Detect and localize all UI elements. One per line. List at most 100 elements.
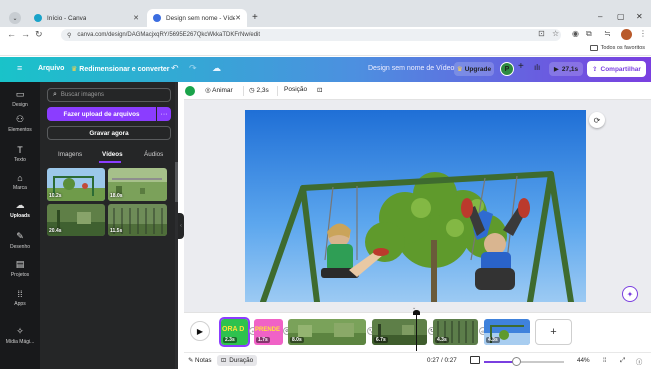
tab-images[interactable]: Imagens — [58, 151, 82, 158]
rail-item-marca[interactable]: ⌂ Marca — [0, 173, 40, 191]
user-avatar[interactable]: P — [500, 62, 514, 76]
address-bar[interactable]: ⚲ canva.com/design/DAGMacjxqRY/5695E267Q… — [61, 29, 561, 41]
notes-button[interactable]: ✎ Notas — [188, 357, 211, 364]
rail-label: Uploads — [10, 213, 30, 219]
extensions-puzzle-icon[interactable]: ⧉ — [586, 29, 592, 39]
rail-item-design[interactable]: ▭ Design — [0, 89, 40, 108]
undo-icon[interactable]: ↶ — [171, 63, 179, 74]
video-duration: 10.2s — [49, 193, 62, 199]
menu-icon[interactable]: ≡ — [17, 63, 22, 73]
clip-duration: 6.7s — [374, 337, 388, 343]
timeline-play-button[interactable]: ▶ — [190, 321, 210, 341]
forward-icon[interactable]: → — [21, 29, 30, 39]
browser-menu-icon[interactable]: ⋮ — [639, 29, 647, 38]
back-icon[interactable]: ← — [7, 29, 16, 39]
new-tab-button[interactable]: + — [252, 12, 258, 23]
position-button[interactable]: Posição — [284, 86, 307, 93]
search-input[interactable]: ⌕ Buscar imagens — [47, 88, 171, 102]
tab-close-icon[interactable]: ✕ — [235, 14, 241, 22]
tab-search-icon[interactable]: ⌄ — [9, 12, 21, 24]
animate-button[interactable]: ◎ Animar — [205, 86, 233, 94]
crown-icon: ♛ — [456, 66, 463, 73]
rail-item-m-dia-m-gi[interactable]: ✧ Mídia Mági... — [0, 326, 40, 345]
search-icon: ⌕ — [53, 91, 57, 98]
tab-audios[interactable]: Áudios — [144, 151, 163, 158]
color-swatch-button[interactable] — [185, 86, 195, 96]
zoom-level[interactable]: 44% — [577, 357, 590, 364]
invite-plus-button[interactable]: + — [518, 61, 524, 72]
rail-label: Apps — [14, 301, 26, 307]
regenerate-icon[interactable]: ⟳ — [589, 112, 605, 128]
design-canvas[interactable] — [245, 110, 586, 302]
lock-icon[interactable]: ⊡ — [317, 86, 322, 94]
clip-duration: 1.7s — [256, 337, 270, 343]
install-app-icon[interactable]: ⊡ — [538, 29, 545, 38]
rail-item-apps[interactable]: ⁞⁞ Apps — [0, 289, 40, 307]
timeline-clip[interactable]: ORA D 2.3s — [219, 317, 250, 347]
timeline-clip[interactable]: 4.3s — [433, 319, 478, 345]
panel-scrollbar-thumb[interactable] — [175, 162, 178, 202]
video-thumbnail[interactable]: 20.4s — [47, 204, 105, 236]
clip-duration: 4.3s — [435, 337, 449, 343]
upload-more-button[interactable]: ··· — [157, 107, 171, 121]
canva-favicon-icon — [153, 14, 161, 22]
rail-item-projetos[interactable]: ▤ Projetos — [0, 259, 40, 278]
tab-videos[interactable]: Vídeos — [102, 151, 123, 158]
insights-chart-icon[interactable]: ılı — [534, 63, 540, 72]
uploads-panel: ⌕ Buscar imagens Fazer upload de arquivo… — [40, 82, 178, 369]
video-duration: 18.0s — [110, 193, 123, 199]
timeline-clip[interactable]: PRENDE 1.7s — [254, 319, 283, 345]
bookmark-star-icon[interactable]: ☆ — [552, 29, 559, 38]
maximize-button[interactable]: ▢ — [617, 12, 625, 21]
rail-item-uploads[interactable]: ☁ Uploads — [0, 200, 40, 219]
upload-files-button[interactable]: Fazer upload de arquivos — [47, 107, 156, 121]
rail-item-elementos[interactable]: ⚇ Elementos — [0, 114, 40, 133]
timeline-clip[interactable]: 6.7s — [372, 319, 427, 345]
design-title[interactable]: Design sem nome de Vídeo — [368, 65, 454, 72]
record-now-button[interactable]: Gravar agora — [47, 126, 171, 140]
extension-icon[interactable]: ◉ — [572, 29, 579, 38]
zoom-slider-handle[interactable] — [512, 357, 521, 366]
cloud-save-icon[interactable]: ☁ — [212, 63, 221, 74]
duration-label: 2,3s — [256, 87, 269, 94]
duration-button[interactable]: ◷ 2,3s — [249, 86, 269, 94]
close-window-button[interactable]: ✕ — [636, 12, 643, 21]
help-icon[interactable]: ⓘ — [636, 357, 642, 366]
all-bookmarks-label: Todos os favoritos — [600, 45, 645, 51]
rail-label: Elementos — [8, 127, 32, 133]
site-info-icon[interactable]: ⚲ — [67, 32, 71, 39]
browser-tab-design[interactable]: Design sem nome - Vídeo ✕ — [147, 9, 247, 27]
fullscreen-icon[interactable]: ⤢ — [620, 357, 625, 365]
magic-assistant-icon[interactable]: ✦ — [622, 286, 638, 302]
browser-tab-inicio[interactable]: Início - Canva ✕ — [28, 9, 145, 27]
crown-icon: ♛ — [71, 66, 78, 73]
rail-item-desenho[interactable]: ✎ Desenho — [0, 231, 40, 250]
grid-view-icon[interactable]: ⁞⁞ — [603, 357, 607, 364]
tab-close-icon[interactable]: ✕ — [133, 14, 139, 22]
timeline-clip[interactable]: 8.0s — [288, 319, 366, 345]
add-page-button[interactable]: + — [535, 319, 572, 345]
timeline-clip[interactable]: 4.3s — [484, 319, 530, 345]
browser-tab-title: Design sem nome - Vídeo — [166, 14, 236, 22]
profile-avatar[interactable] — [621, 29, 632, 40]
video-thumbnail[interactable]: 11.5s — [108, 204, 167, 236]
playhead[interactable] — [416, 313, 417, 351]
clip-duration: 8.0s — [290, 337, 304, 343]
minimize-button[interactable]: – — [598, 12, 602, 21]
redo-icon[interactable]: ↷ — [189, 63, 197, 74]
share-button[interactable]: ⇪ Compartilhar — [587, 61, 646, 77]
present-play-button[interactable]: ▶ 27,1s — [549, 62, 583, 76]
fit-screen-icon[interactable] — [470, 356, 480, 364]
share-label: Compartilhar — [600, 65, 641, 73]
reading-list-icon[interactable]: ≒ — [604, 29, 611, 38]
reload-icon[interactable]: ↻ — [35, 29, 43, 40]
video-thumbnail[interactable]: 18.0s — [108, 168, 167, 201]
file-menu[interactable]: Arquivo — [38, 65, 64, 72]
all-bookmarks-folder[interactable]: Todos os favoritos — [589, 45, 645, 51]
duration-toggle-button[interactable]: ⊡ Duração — [217, 355, 258, 366]
upgrade-button[interactable]: ♛ Upgrade — [454, 62, 494, 76]
video-thumbnail[interactable]: 10.2s — [47, 168, 105, 201]
resize-button[interactable]: ♛ Redimensionar e converter — [71, 65, 170, 73]
rail-item-texto[interactable]: T Texto — [0, 145, 40, 163]
swing-photo — [245, 110, 586, 302]
